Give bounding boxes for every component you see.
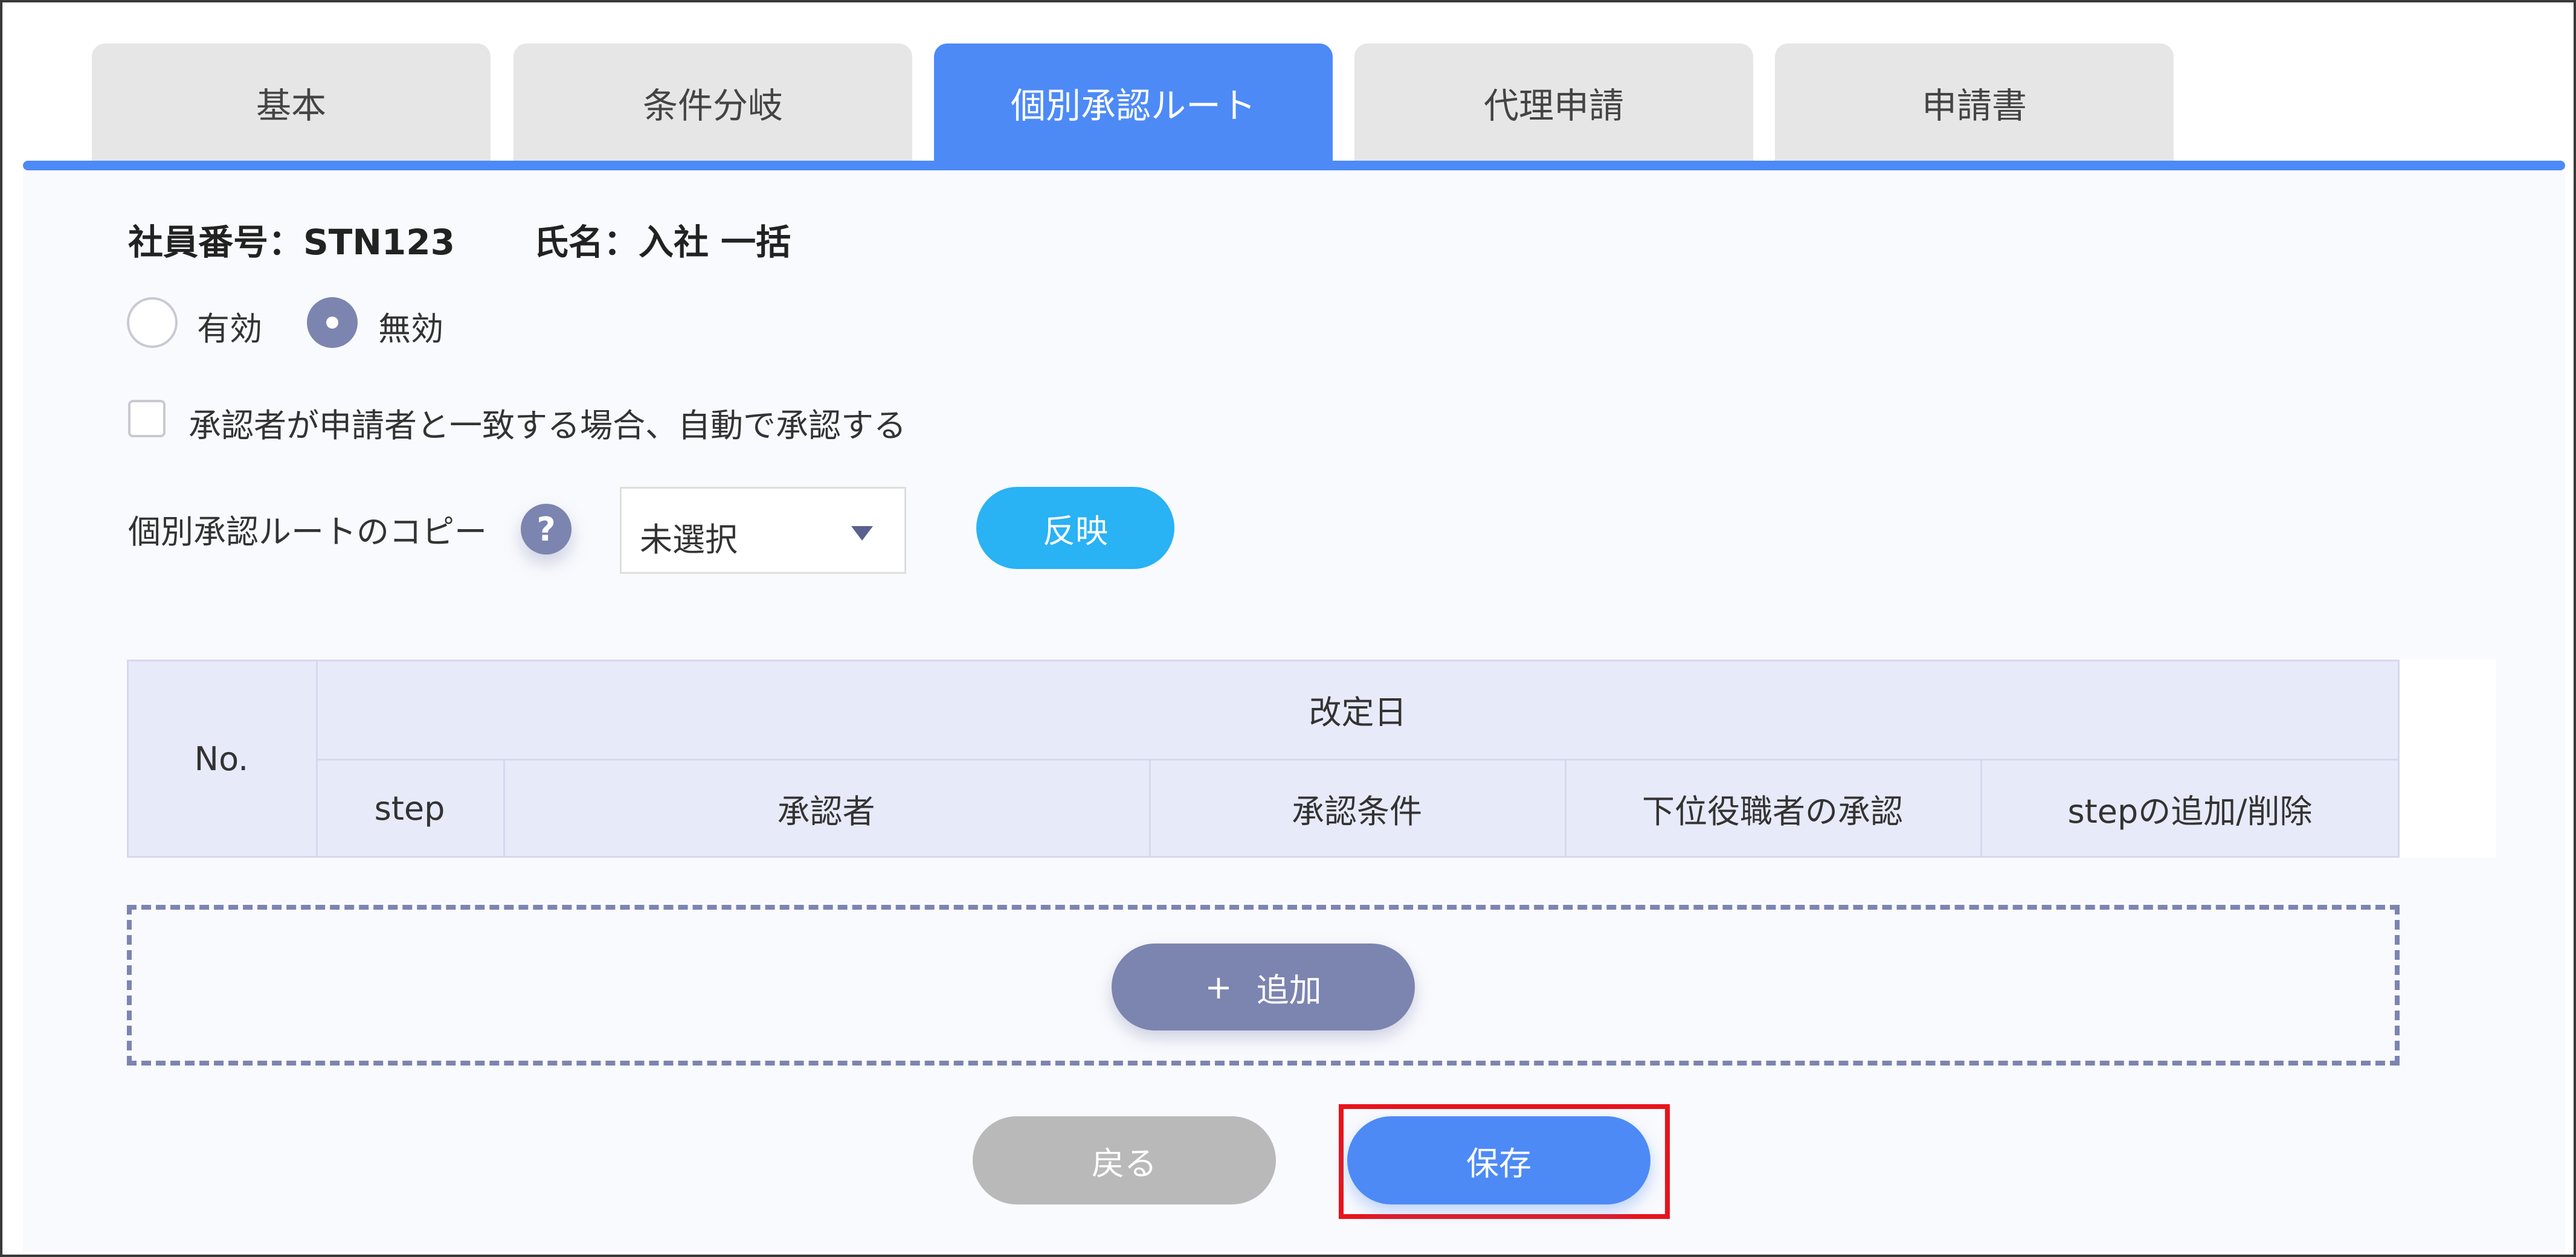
radio-disabled-label: 無効 (378, 310, 443, 348)
employee-name: 氏名：入社 一括 (533, 222, 791, 263)
tab-proxy-application[interactable]: 代理申請 (1354, 43, 1753, 162)
header-subordinate-approval: 下位役職者の承認 (1642, 792, 1903, 831)
table-right-spacer (2400, 660, 2496, 858)
copy-route-select[interactable]: 未選択 (620, 487, 906, 574)
header-step-add-delete: stepの追加/削除 (2067, 792, 2313, 831)
window-frame: 基本 条件分岐 個別承認ルート 代理申請 申請書 社員番号：STN123 氏名：… (0, 0, 2576, 1257)
back-button[interactable]: 戻る (973, 1116, 1276, 1204)
radio-disabled[interactable] (307, 297, 358, 348)
reflect-button-label: 反映 (1043, 512, 1108, 550)
employee-info: 社員番号：STN123 氏名：入社 一括 (128, 214, 791, 265)
save-button[interactable]: 保存 (1347, 1116, 1650, 1204)
tab-label: 代理申請 (1483, 85, 1624, 126)
select-value: 未選択 (640, 521, 738, 559)
help-icon-glyph: ? (536, 510, 556, 548)
back-button-label: 戻る (1092, 1144, 1157, 1183)
header-no: No. (194, 739, 249, 778)
header-approver: 承認者 (777, 792, 875, 831)
employee-number: 社員番号：STN123 (128, 222, 455, 263)
tab-basic[interactable]: 基本 (92, 43, 491, 162)
tab-label: 個別承認ルート (1010, 85, 1256, 126)
tab-application-form[interactable]: 申請書 (1775, 43, 2174, 162)
add-button-label: 追加 (1256, 971, 1322, 1009)
tab-conditional-branch[interactable]: 条件分岐 (514, 43, 912, 162)
header-approval-condition: 承認条件 (1292, 792, 1422, 831)
tab-individual-approval-route[interactable]: 個別承認ルート (934, 43, 1333, 162)
plus-icon: + (1205, 968, 1232, 1006)
tab-label: 条件分岐 (642, 85, 783, 126)
header-step: step (374, 789, 445, 828)
auto-approve-label: 承認者が申請者と一致する場合、自動で承認する (188, 407, 906, 445)
chevron-down-icon (851, 526, 873, 541)
save-button-label: 保存 (1466, 1144, 1531, 1183)
tab-underline (23, 161, 2565, 170)
copy-route-label: 個別承認ルートのコピー (128, 513, 487, 551)
header-revision-date: 改定日 (1309, 693, 1407, 731)
tab-label: 基本 (256, 85, 326, 126)
radio-enabled-label: 有効 (197, 310, 262, 348)
help-icon[interactable]: ? (521, 504, 572, 555)
tab-label: 申請書 (1921, 85, 2027, 126)
reflect-button[interactable]: 反映 (976, 487, 1174, 569)
radio-enabled[interactable] (127, 297, 178, 348)
add-button[interactable]: + 追加 (1112, 944, 1415, 1030)
auto-approve-checkbox[interactable] (128, 400, 166, 437)
